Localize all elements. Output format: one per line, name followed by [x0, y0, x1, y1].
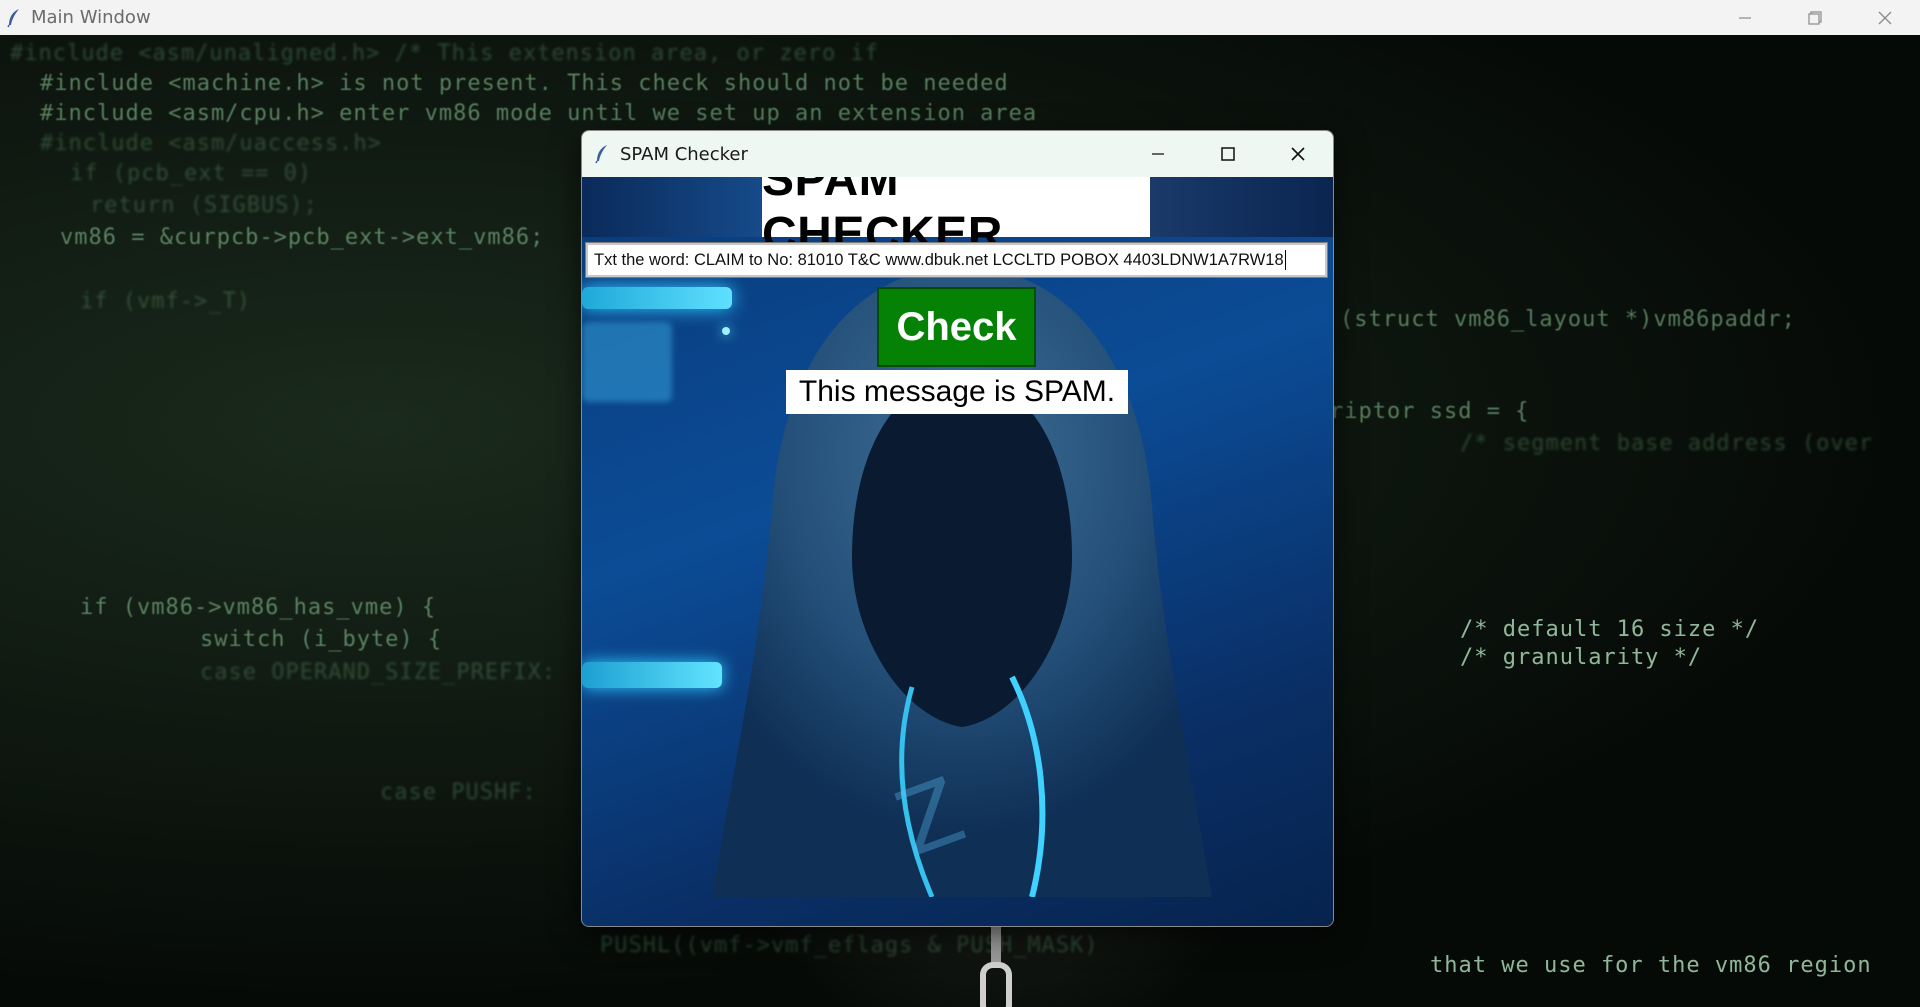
background-code-line: case OPERAND_SIZE_PREFIX:: [200, 660, 557, 685]
background-code-line: #include <asm/unaligned.h> /* This exten…: [10, 41, 879, 66]
check-button[interactable]: Check: [877, 287, 1036, 367]
background-code-line: return (SIGBUS);: [90, 193, 318, 218]
neon-light-decoration: [582, 662, 722, 688]
background-code-line: #include <machine.h> is not present. Thi…: [40, 71, 1009, 96]
text-caret: [1284, 250, 1286, 270]
background-code-line: case PUSHF:: [380, 780, 537, 805]
background-code-line: /* segment base address (over: [1460, 431, 1874, 456]
background-code-line: riptor ssd = {: [1330, 399, 1530, 424]
header-decoration-right: [1150, 177, 1333, 237]
restore-icon[interactable]: [1780, 0, 1850, 35]
close-icon[interactable]: [1850, 0, 1920, 35]
message-input[interactable]: Txt the word: CLAIM to No: 81010 T&C www…: [585, 242, 1328, 278]
main-window-titlebar: Main Window: [0, 0, 1920, 35]
background-code-line: if (vmf->_T): [80, 289, 251, 314]
minimize-icon[interactable]: [1710, 0, 1780, 35]
minimize-icon[interactable]: [1123, 131, 1193, 177]
spam-window-controls: [1123, 131, 1333, 177]
background-code-line: #include <asm/cpu.h> enter vm86 mode unt…: [40, 101, 1038, 126]
background-code-line: that we use for the vm86 region: [1430, 953, 1872, 978]
maximize-icon[interactable]: [1193, 131, 1263, 177]
spam-window-title: SPAM Checker: [620, 143, 748, 165]
background-code-line: PUSHL((vmf->vmf_eflags & PUSH_MASK): [600, 933, 1099, 958]
background-code-line: switch (i_byte) {: [200, 627, 443, 652]
background-code-line: (struct vm86_layout *)vm86paddr;: [1340, 307, 1796, 332]
main-window-controls: [1710, 0, 1920, 35]
background-code-line: /* default 16 size */: [1460, 617, 1760, 642]
hooded-hacker-image: Z SPAM CHECKER Txt the word: CLAIM to No…: [582, 177, 1333, 926]
close-icon[interactable]: [1263, 131, 1333, 177]
background-code-line: if (pcb_ext == 0): [70, 161, 313, 186]
feather-app-icon: [595, 145, 607, 164]
main-window-title: Main Window: [31, 7, 151, 28]
background-code-line: #include <asm/uaccess.h>: [40, 131, 382, 156]
spam-window-titlebar: SPAM Checker: [582, 131, 1333, 177]
zipper-pull-graphic: [980, 925, 1012, 1007]
neon-light-decoration: [582, 287, 732, 309]
neon-light-decoration: [582, 322, 672, 402]
result-label: This message is SPAM.: [786, 370, 1128, 414]
background-code-line: /* granularity */: [1460, 645, 1703, 670]
message-input-text: Txt the word: CLAIM to No: 81010 T&C www…: [594, 250, 1284, 269]
feather-app-icon: [7, 8, 19, 27]
background-code-line: vm86 = &curpcb->pcb_ext->ext_vm86;: [60, 225, 545, 250]
header-decoration-left: [582, 177, 762, 237]
background-code-line: if (vm86->vm86_has_vme) {: [80, 595, 437, 620]
spam-checker-window: SPAM Checker Z SPAM CHECKER Txt the word…: [581, 130, 1334, 927]
app-header-title: SPAM CHECKER: [762, 177, 1150, 261]
